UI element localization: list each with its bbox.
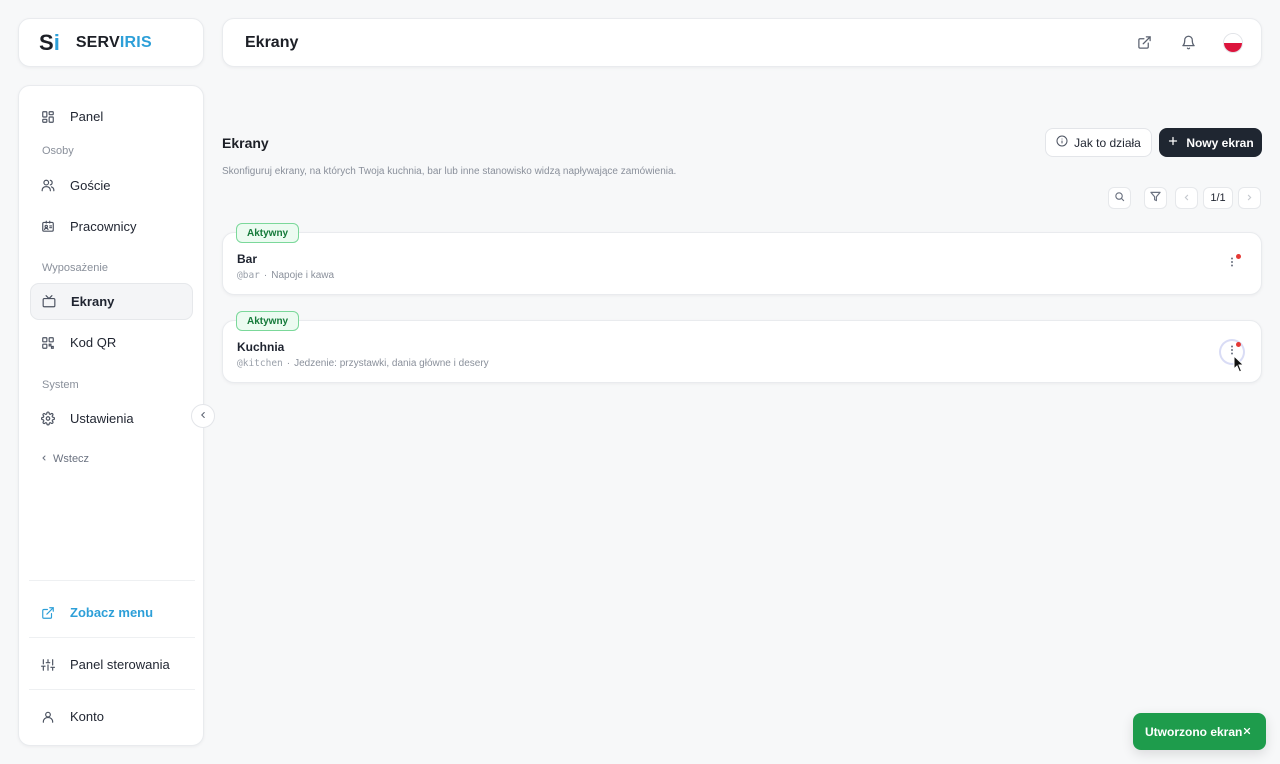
top-header: Ekrany — [222, 18, 1262, 67]
chevron-left-icon — [1182, 189, 1191, 207]
gear-icon — [41, 411, 55, 426]
sidebar-item-label: Kod QR — [70, 335, 117, 350]
sidebar-item-label: Zobacz menu — [70, 605, 154, 620]
sidebar-item-label: Panel sterowania — [70, 657, 170, 672]
pagination-indicator: 1/1 — [1203, 187, 1233, 209]
status-badge: Aktywny — [236, 223, 300, 243]
sliders-icon — [41, 658, 55, 672]
external-link-icon — [41, 606, 55, 620]
sidebar-collapse-button[interactable] — [191, 404, 215, 428]
logo-mark: Si — [39, 29, 60, 55]
search-button[interactable] — [1108, 187, 1131, 209]
screen-name: Kuchnia — [237, 340, 285, 354]
sidebar-item-staff[interactable]: Pracownicy — [30, 208, 193, 245]
screen-row-bar[interactable]: Aktywny Bar @bar · Napoje i kawa — [222, 223, 1262, 295]
users-icon — [41, 179, 55, 193]
screen-meta: @bar · Napoje i kawa — [237, 270, 335, 281]
toast-message: Utworzono ekran — [1145, 724, 1243, 739]
filter-button[interactable] — [1144, 187, 1167, 209]
search-icon — [1114, 189, 1125, 207]
how-it-works-button[interactable]: Jak to działa — [1045, 128, 1152, 157]
sidebar-item-label: Goście — [70, 178, 111, 193]
bell-icon[interactable] — [1179, 34, 1197, 52]
brand-name: SERVIRIS — [75, 33, 152, 51]
header-title: Ekrany — [245, 33, 299, 51]
screen-description: Jedzenie: przystawki, dania główne i des… — [294, 358, 489, 369]
sidebar-item-control-panel[interactable]: Panel sterowania — [30, 646, 193, 683]
external-link-icon[interactable] — [1135, 34, 1153, 52]
notification-dot — [1236, 342, 1241, 347]
section-label-system: System — [42, 379, 79, 391]
sidebar-item-label: Pracownicy — [70, 219, 137, 234]
section-label-people: Osoby — [42, 145, 74, 157]
notification-dot — [1236, 254, 1241, 259]
screen-row-kitchen[interactable]: Aktywny Kuchnia @kitchen · Jedzenie: prz… — [222, 311, 1262, 383]
screen-description: Napoje i kawa — [271, 270, 335, 281]
chevron-right-icon — [1245, 189, 1254, 207]
plus-icon — [1167, 135, 1179, 150]
new-screen-button[interactable]: Nowy ekran — [1159, 128, 1262, 157]
sidebar-item-label: Ustawienia — [70, 411, 134, 426]
tv-icon — [42, 295, 56, 309]
sidebar-item-label: Konto — [70, 709, 104, 724]
sidebar-divider — [29, 689, 195, 690]
logo-card[interactable]: Si SERVIRIS — [18, 18, 204, 67]
sidebar-item-settings[interactable]: Ustawienia — [30, 400, 193, 437]
page-title: Ekrany — [222, 135, 269, 151]
row-menu-button[interactable] — [1221, 253, 1243, 275]
chevron-left-icon — [40, 453, 48, 465]
page-description: Skonfiguruj ekrany, na których Twoja kuc… — [222, 166, 677, 177]
section-label-equipment: Wyposażenie — [42, 262, 108, 274]
dashboard-grid-icon — [41, 110, 55, 124]
screen-meta: @kitchen · Jedzenie: przystawki, dania g… — [237, 358, 489, 369]
user-icon — [41, 710, 55, 724]
qr-code-icon — [41, 336, 55, 350]
mouse-cursor-icon — [1233, 354, 1245, 373]
id-card-icon — [41, 220, 55, 234]
back-link[interactable]: Wstecz — [40, 453, 89, 465]
chevron-left-icon — [198, 407, 208, 425]
close-icon[interactable] — [1240, 724, 1254, 738]
sidebar-item-panel[interactable]: Panel — [30, 98, 193, 135]
sidebar-item-screens[interactable]: Ekrany — [30, 283, 193, 320]
sidebar-item-account[interactable]: Konto — [30, 698, 193, 735]
sidebar-item-guests[interactable]: Goście — [30, 167, 193, 204]
prev-page-button[interactable] — [1175, 187, 1198, 209]
screen-code: @kitchen — [237, 358, 283, 369]
sidebar-item-view-menu[interactable]: Zobacz menu — [30, 594, 193, 631]
status-badge: Aktywny — [236, 311, 300, 331]
screen-code: @bar — [237, 270, 260, 281]
sidebar-divider — [29, 637, 195, 638]
sidebar-item-label: Ekrany — [71, 294, 115, 309]
filter-icon — [1150, 189, 1161, 207]
sidebar-divider — [29, 580, 195, 581]
header-actions — [1135, 19, 1243, 66]
screen-name: Bar — [237, 252, 258, 266]
sidebar: Panel Osoby Goście Pracownicy Wyposażeni… — [18, 85, 204, 746]
sidebar-item-label: Panel — [70, 109, 104, 124]
info-icon — [1056, 135, 1068, 150]
next-page-button[interactable] — [1238, 187, 1261, 209]
success-toast: Utworzono ekran — [1133, 713, 1266, 750]
sidebar-item-qr[interactable]: Kod QR — [30, 324, 193, 361]
poland-flag-icon[interactable] — [1223, 32, 1243, 53]
